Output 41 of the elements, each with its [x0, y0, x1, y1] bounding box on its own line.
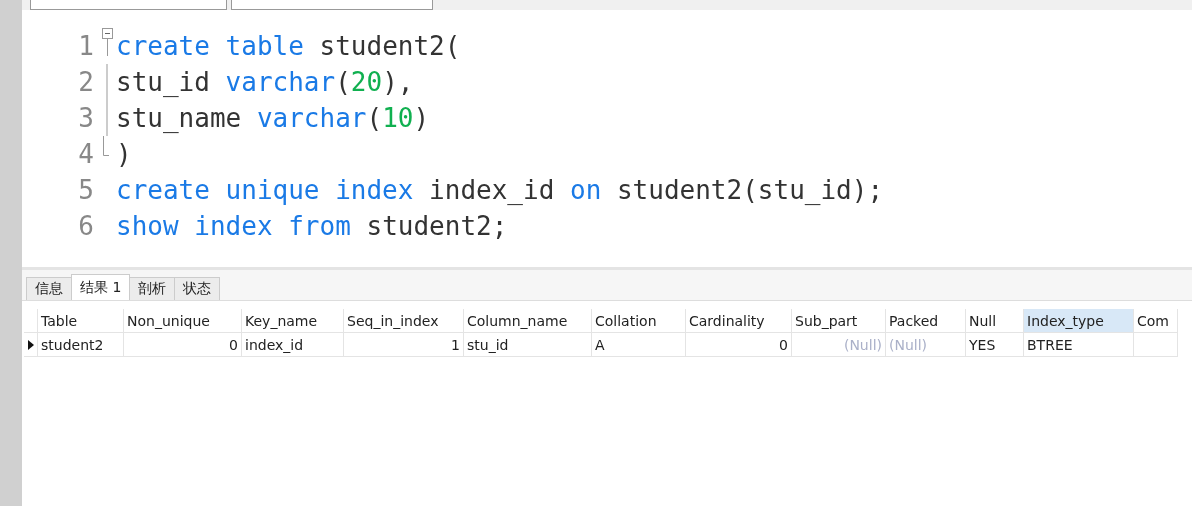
fold-toggle-icon[interactable] — [101, 28, 113, 56]
code-line: create unique index index_id on student2(stu_id); — [116, 174, 884, 207]
table-cell: stu_id — [464, 333, 592, 357]
code-line: stu_name varchar(10) — [116, 102, 431, 135]
table-cell: (Null) — [886, 333, 966, 357]
line-number: 1 — [78, 30, 94, 63]
code-line: ) — [116, 138, 133, 171]
table-cell: 0 — [686, 333, 792, 357]
table-cell: 1 — [344, 333, 464, 357]
result-tab[interactable]: 剖析 — [129, 277, 176, 300]
column-header[interactable]: Key_name — [242, 309, 344, 333]
line-number: 2 — [78, 66, 94, 99]
column-header[interactable]: Seq_in_index — [344, 309, 464, 333]
column-header[interactable]: Sub_part — [792, 309, 886, 333]
column-header[interactable]: Column_name — [464, 309, 592, 333]
table-cell: (Null) — [792, 333, 886, 357]
line-number: 4 — [78, 138, 94, 171]
table-cell: A — [592, 333, 686, 357]
column-header[interactable]: Collation — [592, 309, 686, 333]
empty-table-cell — [1134, 333, 1178, 357]
column-header[interactable]: Cardinality — [686, 309, 792, 333]
column-header[interactable]: Non_unique — [124, 309, 242, 333]
table-cell: YES — [966, 333, 1024, 357]
table-cell: student2 — [38, 333, 124, 357]
result-tab[interactable]: 信息 — [26, 277, 72, 300]
table-cell: index_id — [242, 333, 344, 357]
line-number: 6 — [78, 210, 94, 243]
table-cell: BTREE — [1024, 333, 1134, 357]
column-header[interactable]: Null — [966, 309, 1024, 333]
code-line: stu_id varchar(20), — [116, 66, 415, 99]
line-number: 5 — [78, 174, 94, 207]
column-header[interactable]: Table — [38, 309, 124, 333]
code-line: show index from student2; — [116, 210, 509, 243]
line-number: 3 — [78, 102, 94, 135]
table-cell: 0 — [124, 333, 242, 357]
column-header[interactable]: Com — [1134, 309, 1178, 333]
result-tab[interactable]: 状态 — [174, 277, 221, 300]
code-line: create table student2( — [116, 30, 462, 63]
column-header[interactable]: Index_type — [1024, 309, 1134, 333]
result-tab[interactable]: 结果 1 — [71, 274, 131, 300]
column-header[interactable]: Packed — [886, 309, 966, 333]
